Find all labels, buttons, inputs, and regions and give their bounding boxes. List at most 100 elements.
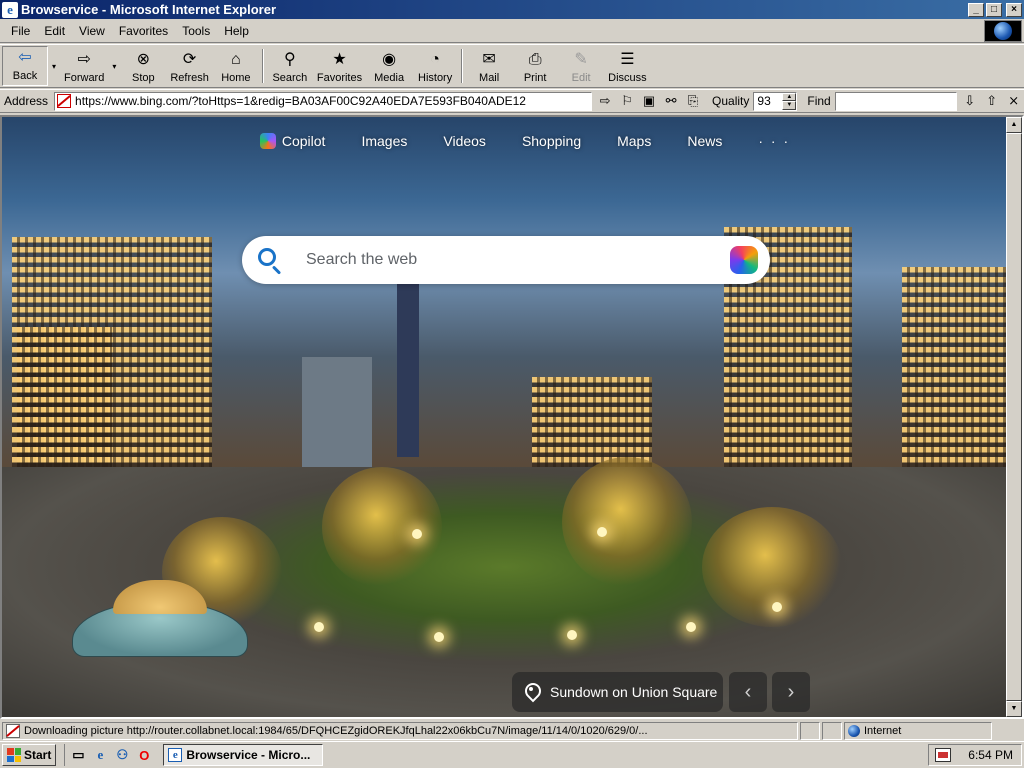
refresh-label: Refresh: [170, 72, 209, 84]
nav-copilot[interactable]: Copilot: [259, 133, 326, 149]
find-close-icon[interactable]: ⨯: [1005, 92, 1023, 110]
history-button[interactable]: ◔ History: [412, 45, 458, 87]
building: [397, 267, 419, 457]
status-pane-empty: [800, 722, 820, 740]
discuss-label: Discuss: [608, 72, 647, 84]
start-button[interactable]: Start: [2, 744, 57, 766]
favorites-button[interactable]: ★ Favorites: [313, 45, 366, 87]
mail-button[interactable]: ✉ Mail: [466, 45, 512, 87]
search-icon: ⚲: [284, 51, 296, 68]
title-bar[interactable]: e Browservice - Microsoft Internet Explo…: [0, 0, 1024, 19]
street-lamp: [597, 527, 607, 537]
scroll-down-button[interactable]: ▼: [1006, 701, 1022, 717]
previous-image-button[interactable]: ‹: [729, 672, 767, 712]
back-dropdown[interactable]: ▾: [48, 45, 60, 87]
scroll-up-button[interactable]: ▲: [1006, 117, 1022, 133]
print-button[interactable]: ⎙ Print: [512, 45, 558, 87]
status-page-icon: [6, 724, 20, 738]
security-zone[interactable]: Internet: [844, 722, 992, 740]
nav-shopping[interactable]: Shopping: [522, 133, 581, 149]
quality-stepper[interactable]: 93 ▲ ▼: [753, 91, 798, 111]
taskbar-window-button[interactable]: e Browservice - Micro...: [163, 744, 324, 766]
nav-news[interactable]: News: [687, 133, 722, 149]
nav-images[interactable]: Images: [361, 133, 407, 149]
nav-videos[interactable]: Videos: [443, 133, 486, 149]
image-caption[interactable]: Sundown on Union Square: [512, 672, 723, 712]
menu-tools[interactable]: Tools: [175, 22, 217, 40]
start-label: Start: [24, 748, 52, 762]
street-lamp: [412, 529, 422, 539]
back-button[interactable]: ⇦ Back: [2, 46, 48, 86]
taskbar: Start ▭ e ⚇ O e Browservice - Micro... 6…: [0, 741, 1024, 768]
street-lamp: [314, 622, 324, 632]
find-label: Find: [807, 94, 831, 108]
stop-button[interactable]: ⊗ Stop: [120, 45, 166, 87]
discuss-icon: ☰: [620, 51, 635, 68]
minimize-button[interactable]: _: [968, 2, 984, 17]
window-title: Browservice - Microsoft Internet Explore…: [21, 2, 277, 17]
search-input[interactable]: [306, 251, 730, 269]
spin-up-button[interactable]: ▲: [782, 92, 797, 101]
refresh-button[interactable]: ⟳ Refresh: [166, 45, 213, 87]
quality-spin: ▲ ▼: [782, 92, 797, 110]
media-label: Media: [374, 72, 405, 84]
mail-label: Mail: [479, 72, 500, 84]
media-button[interactable]: ◉ Media: [366, 45, 412, 87]
status-bar: Downloading picture http://router.collab…: [0, 721, 1024, 741]
internet-zone-icon: [848, 725, 860, 737]
ie-app-icon[interactable]: e: [2, 1, 18, 18]
network-icon[interactable]: ⚇: [113, 746, 131, 764]
screenshot-icon[interactable]: ▣: [640, 92, 658, 110]
bing-search-box[interactable]: [242, 236, 770, 284]
nav-copilot-label: Copilot: [281, 133, 326, 149]
vertical-scrollbar[interactable]: ▲ ▼: [1006, 117, 1022, 717]
ie-icon[interactable]: e: [91, 746, 109, 764]
edit-button[interactable]: ✎ Edit: [558, 45, 604, 87]
forward-label: Forward: [64, 72, 105, 84]
spin-down-button[interactable]: ▼: [782, 101, 797, 110]
location-pin-icon: [524, 683, 538, 701]
scroll-thumb[interactable]: [1006, 133, 1022, 701]
next-image-button[interactable]: ›: [772, 672, 810, 712]
tray-app-icon[interactable]: [935, 748, 951, 762]
menu-view[interactable]: View: [72, 22, 112, 40]
menu-favorites[interactable]: Favorites: [112, 22, 175, 40]
search-button[interactable]: ⚲ Search: [267, 45, 313, 87]
clipboard-icon[interactable]: ⎘: [684, 92, 702, 110]
maximize-button[interactable]: □: [986, 2, 1002, 17]
edit-label: Edit: [571, 72, 591, 84]
copilot-search-icon[interactable]: [730, 246, 758, 274]
find-next-icon[interactable]: ⇩: [961, 92, 979, 110]
opera-icon[interactable]: O: [135, 746, 153, 764]
menu-file[interactable]: File: [4, 22, 37, 40]
bookmark-icon[interactable]: ⚐: [618, 92, 636, 110]
home-button[interactable]: ⌂ Home: [213, 45, 259, 87]
find-input[interactable]: [834, 91, 957, 111]
magnifier-icon[interactable]: [256, 246, 284, 275]
status-pane-empty: [822, 722, 842, 740]
back-arrow-icon: ⇦: [18, 49, 32, 66]
street-lamp: [686, 622, 696, 632]
history-icon: ◔: [430, 51, 440, 68]
address-bar: Address https://www.bing.com/?toHttps=1&…: [0, 89, 1024, 113]
close-button[interactable]: ×: [1006, 2, 1022, 17]
clock[interactable]: 6:54 PM: [968, 748, 1013, 762]
print-icon: ⎙: [528, 51, 542, 68]
more-menu-icon[interactable]: · · ·: [758, 133, 790, 149]
menu-help[interactable]: Help: [217, 22, 256, 40]
go-icon[interactable]: ⇨: [596, 92, 614, 110]
binoculars-icon[interactable]: ⚯: [662, 92, 680, 110]
address-input[interactable]: https://www.bing.com/?toHttps=1&redig=BA…: [54, 91, 593, 111]
bing-background-image[interactable]: Copilot Images Videos Shopping Maps News…: [2, 117, 1008, 717]
nav-maps[interactable]: Maps: [617, 133, 651, 149]
find-prev-icon[interactable]: ⇧: [983, 92, 1001, 110]
discuss-button[interactable]: ☰ Discuss: [604, 45, 651, 87]
forward-dropdown[interactable]: ▾: [108, 45, 120, 87]
mail-icon: ✉: [482, 51, 496, 68]
address-url: https://www.bing.com/?toHttps=1&redig=BA…: [75, 94, 526, 108]
forward-button[interactable]: ⇨ Forward: [60, 45, 108, 87]
copilot-icon: [259, 133, 276, 149]
resize-grip[interactable]: [994, 722, 1008, 740]
desktop-icon[interactable]: ▭: [69, 746, 87, 764]
menu-edit[interactable]: Edit: [37, 22, 72, 40]
